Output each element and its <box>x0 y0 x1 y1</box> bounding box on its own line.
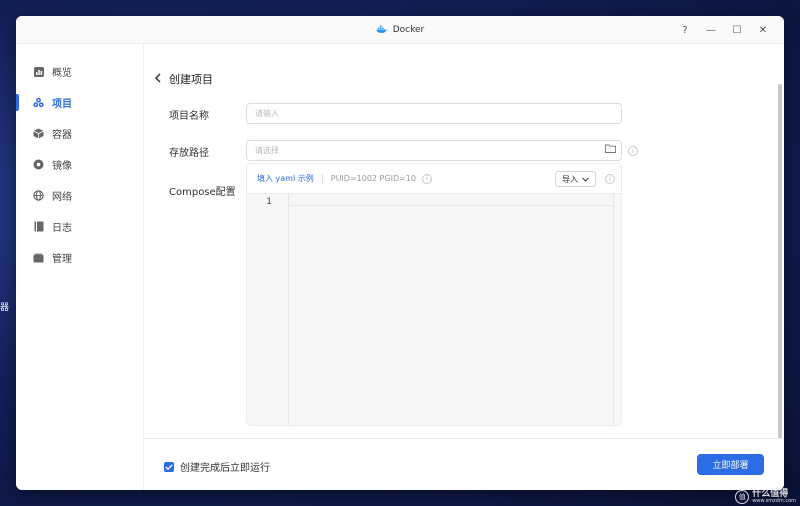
sidebar-item-containers[interactable]: 容器 <box>16 118 143 149</box>
image-disc-icon <box>33 159 44 170</box>
watermark-url: www.smzdm.com <box>752 498 796 504</box>
log-book-icon <box>33 221 44 232</box>
footer-bar: 创建完成后立即运行 立即部署 <box>144 438 784 490</box>
chevron-down-icon <box>582 176 589 182</box>
project-name-input[interactable] <box>246 103 622 124</box>
project-name-label: 项目名称 <box>169 111 209 122</box>
code-line[interactable] <box>289 194 613 206</box>
compose-label: Compose配置 <box>169 187 236 198</box>
compose-editor-box: 填入 yaml 示例 PUID=1002 PGID=10 i 导入 i 1 <box>246 163 622 426</box>
window-title: Docker <box>392 24 425 35</box>
toolbar-divider <box>321 173 323 184</box>
sidebar-item-label: 镜像 <box>52 161 72 172</box>
page-header: 创建项目 <box>154 71 213 87</box>
app-title: Docker <box>376 24 425 35</box>
sidebar-item-label: 项目 <box>52 99 72 110</box>
sidebar-item-label: 日志 <box>52 223 72 234</box>
yaml-editor[interactable]: 1 <box>247 194 621 425</box>
close-button[interactable]: ✕ <box>750 16 776 44</box>
page-title: 创建项目 <box>169 73 213 86</box>
storage-path-label: 存放路径 <box>169 148 209 159</box>
line-number-gutter: 1 <box>247 194 289 425</box>
checkbox-label: 创建完成后立即运行 <box>180 463 270 474</box>
minimize-button[interactable]: — <box>698 16 724 44</box>
sidebar-item-images[interactable]: 镜像 <box>16 149 143 180</box>
sidebar-item-label: 容器 <box>52 130 72 141</box>
help-button[interactable]: ? <box>672 16 698 44</box>
sidebar-item-label: 管理 <box>52 254 72 265</box>
back-arrow-icon[interactable] <box>154 72 161 86</box>
body-area: 概览 项目 容器 镜像 网络 日志 管理 创建项目 项目名称 请输入 存放路径 … <box>16 44 784 490</box>
puid-info-icon[interactable]: i <box>421 173 432 184</box>
container-icon <box>33 128 44 139</box>
import-info-icon[interactable]: i <box>605 174 615 184</box>
globe-icon <box>33 190 44 201</box>
import-dropdown[interactable]: 导入 <box>555 171 596 187</box>
puid-pgid-text: PUID=1002 PGID=10 <box>330 174 416 183</box>
sidebar-item-overview[interactable]: 概览 <box>16 56 143 87</box>
main-scrollbar[interactable] <box>778 84 782 440</box>
sidebar-item-label: 网络 <box>52 192 72 203</box>
compose-toolbar: 填入 yaml 示例 PUID=1002 PGID=10 i 导入 i <box>247 164 621 194</box>
fill-yaml-example-link[interactable]: 填入 yaml 示例 <box>257 173 314 184</box>
storage-path-input[interactable] <box>246 140 622 161</box>
sidebar-item-projects[interactable]: 项目 <box>16 87 143 118</box>
sidebar-item-management[interactable]: 管理 <box>16 242 143 273</box>
watermark: 值 什么值得 www.smzdm.com <box>735 490 796 504</box>
docker-icon <box>376 25 387 34</box>
sidebar: 概览 项目 容器 镜像 网络 日志 管理 <box>16 44 144 490</box>
project-icon <box>33 97 44 108</box>
chart-icon <box>33 66 44 77</box>
management-icon <box>33 252 44 263</box>
window-controls: ? — ☐ ✕ <box>672 16 776 44</box>
folder-icon[interactable] <box>605 144 616 156</box>
watermark-logo-icon: 值 <box>735 490 750 504</box>
storage-path-field <box>246 140 622 161</box>
import-label: 导入 <box>562 174 578 184</box>
deploy-now-button[interactable]: 立即部署 <box>697 454 764 475</box>
maximize-button[interactable]: ☐ <box>724 16 750 44</box>
check-icon <box>165 463 173 470</box>
watermark-text: 什么值得 www.smzdm.com <box>752 490 796 504</box>
sidebar-item-network[interactable]: 网络 <box>16 180 143 211</box>
line-number: 1 <box>266 197 272 207</box>
docker-window: Docker ? — ☐ ✕ 概览 项目 容器 镜像 网络 日志 管理 创建项目… <box>16 16 784 490</box>
sidebar-item-logs[interactable]: 日志 <box>16 211 143 242</box>
sidebar-item-label: 概览 <box>52 68 72 79</box>
run-after-create-checkbox[interactable] <box>164 461 174 472</box>
run-after-create-option[interactable]: 创建完成后立即运行 <box>164 459 270 474</box>
title-bar: Docker ? — ☐ ✕ <box>16 16 784 44</box>
desktop-edge-text: 器 <box>0 303 10 313</box>
storage-info-icon[interactable]: i <box>628 146 638 156</box>
main-content: 创建项目 项目名称 存放路径 i Compose配置 填入 yaml 示例 PU… <box>144 44 784 490</box>
editor-scrollbar[interactable] <box>613 194 621 425</box>
